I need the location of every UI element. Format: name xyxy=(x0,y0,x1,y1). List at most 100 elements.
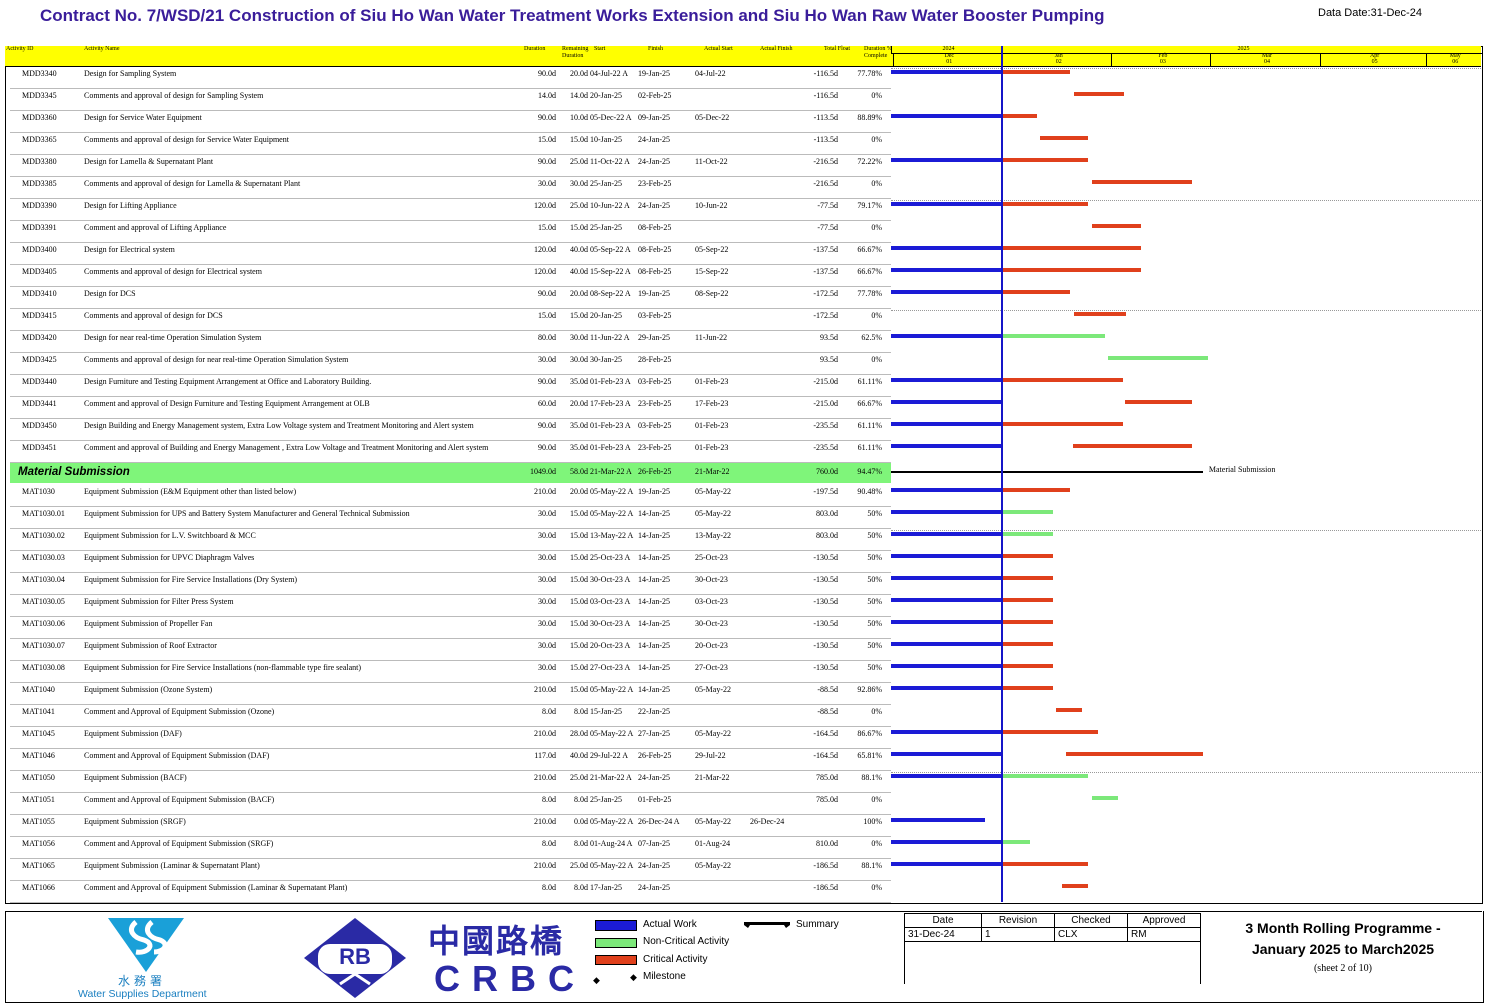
critical-bar[interactable] xyxy=(1125,400,1193,404)
actual-bar[interactable] xyxy=(891,246,1002,250)
non-critical-bar[interactable] xyxy=(1002,334,1105,338)
col-actual-finish[interactable]: Actual Finish xyxy=(759,46,793,53)
activity-row[interactable]: MAT1030.04 Equipment Submission for Fire … xyxy=(10,573,891,595)
critical-bar[interactable] xyxy=(1002,576,1053,580)
critical-bar[interactable] xyxy=(1002,642,1053,646)
non-critical-bar[interactable] xyxy=(1002,840,1031,844)
activity-row[interactable]: MAT1065 Equipment Submission (Laminar & S… xyxy=(10,859,891,881)
col-complete[interactable]: Duration % Complete xyxy=(863,46,894,60)
critical-bar[interactable] xyxy=(1039,136,1089,140)
critical-bar[interactable] xyxy=(1002,202,1089,206)
non-critical-bar[interactable] xyxy=(1091,796,1118,800)
critical-bar[interactable] xyxy=(1002,422,1123,426)
activity-row[interactable]: MDD3385 Comments and approval of design f… xyxy=(10,177,891,199)
activity-row[interactable]: MAT1041 Comment and Approval of Equipment… xyxy=(10,705,891,727)
activity-row[interactable]: MDD3441 Comment and approval of Design Fu… xyxy=(10,397,891,419)
actual-bar[interactable] xyxy=(891,422,1002,426)
non-critical-bar[interactable] xyxy=(1002,532,1053,536)
critical-bar[interactable] xyxy=(1002,246,1142,250)
activity-row[interactable]: MAT1030.01 Equipment Submission for UPS a… xyxy=(10,507,891,529)
activity-row[interactable]: MDD3420 Design for near real-time Operati… xyxy=(10,331,891,353)
activity-row[interactable]: MDD3415 Comments and approval of design f… xyxy=(10,309,891,331)
actual-bar[interactable] xyxy=(891,70,1002,74)
critical-bar[interactable] xyxy=(1002,598,1053,602)
activity-row[interactable]: MDD3405 Comments and approval of design f… xyxy=(10,265,891,287)
activity-row[interactable]: MDD3425 Comments and approval of design f… xyxy=(10,353,891,375)
critical-bar[interactable] xyxy=(1074,92,1125,96)
col-activity-id[interactable]: Activity ID xyxy=(5,46,34,53)
critical-bar[interactable] xyxy=(1074,312,1127,316)
critical-bar[interactable] xyxy=(1062,884,1089,888)
activity-row[interactable]: MDD3410 Design for DCS 90.0d 20.0d 08-Sep-22… xyxy=(10,287,891,309)
critical-bar[interactable] xyxy=(1002,664,1053,668)
actual-bar[interactable] xyxy=(891,334,1002,338)
actual-bar[interactable] xyxy=(891,576,1002,580)
critical-bar[interactable] xyxy=(1002,620,1053,624)
activity-row[interactable]: MDD3440 Design Furniture and Testing Equi… xyxy=(10,375,891,397)
activity-row[interactable]: MAT1055 Equipment Submission (SRGF) 210.0d… xyxy=(10,815,891,837)
actual-bar[interactable] xyxy=(891,532,1002,536)
activity-row[interactable]: MAT1030.07 Equipment Submission of Roof E… xyxy=(10,639,891,661)
critical-bar[interactable] xyxy=(1002,862,1089,866)
wbs-band-material-submission[interactable]: Material Submission 1049.0d 58.0d 21-Mar-22… xyxy=(10,463,891,483)
non-critical-bar[interactable] xyxy=(1107,356,1209,360)
actual-bar[interactable] xyxy=(891,686,1002,690)
activity-row[interactable]: MDD3365 Comments and approval of design f… xyxy=(10,133,891,155)
critical-bar[interactable] xyxy=(1002,378,1123,382)
activity-row[interactable]: MAT1046 Comment and Approval of Equipment… xyxy=(10,749,891,771)
actual-bar[interactable] xyxy=(891,444,1002,448)
activity-row[interactable]: MAT1030.08 Equipment Submission for Fire … xyxy=(10,661,891,683)
actual-bar[interactable] xyxy=(891,840,1002,844)
col-duration[interactable]: Duration xyxy=(523,46,545,53)
actual-bar[interactable] xyxy=(891,268,1002,272)
activity-row[interactable]: MAT1030.06 Equipment Submission of Propel… xyxy=(10,617,891,639)
actual-bar[interactable] xyxy=(891,510,1002,514)
actual-bar[interactable] xyxy=(891,202,1002,206)
col-activity-name[interactable]: Activity Name xyxy=(83,46,120,53)
activity-row[interactable]: MDD3380 Design for Lamella & Supernatant … xyxy=(10,155,891,177)
critical-bar[interactable] xyxy=(1091,224,1142,228)
actual-bar[interactable] xyxy=(891,598,1002,602)
activity-row[interactable]: MDD3345 Comments and approval of design f… xyxy=(10,89,891,111)
actual-bar[interactable] xyxy=(891,158,1002,162)
actual-bar[interactable] xyxy=(891,664,1002,668)
critical-bar[interactable] xyxy=(1073,444,1193,448)
actual-bar[interactable] xyxy=(891,730,1002,734)
actual-bar[interactable] xyxy=(891,114,1002,118)
critical-bar[interactable] xyxy=(1002,114,1037,118)
actual-bar[interactable] xyxy=(891,488,1002,492)
activity-row[interactable]: MAT1030.02 Equipment Submission for L.V. … xyxy=(10,529,891,551)
actual-bar[interactable] xyxy=(891,400,1002,404)
activity-row[interactable]: MAT1050 Equipment Submission (BACF) 210.0d… xyxy=(10,771,891,793)
actual-bar[interactable] xyxy=(891,554,1002,558)
actual-bar[interactable] xyxy=(891,290,1002,294)
critical-bar[interactable] xyxy=(1056,708,1082,712)
activity-row[interactable]: MAT1045 Equipment Submission (DAF) 210.0d 2… xyxy=(10,727,891,749)
activity-row[interactable]: MAT1030.05 Equipment Submission for Filte… xyxy=(10,595,891,617)
col-finish[interactable]: Finish xyxy=(647,46,663,53)
activity-row[interactable]: MAT1030 Equipment Submission (E&M Equipme… xyxy=(10,485,891,507)
activity-row[interactable]: MDD3450 Design Building and Energy Manage… xyxy=(10,419,891,441)
activity-row[interactable]: MDD3451 Comment and approval of Building … xyxy=(10,441,891,463)
critical-bar[interactable] xyxy=(1091,180,1193,184)
actual-bar[interactable] xyxy=(891,774,1002,778)
summary-bar[interactable] xyxy=(891,471,1203,473)
col-total-float[interactable]: Total Float xyxy=(823,46,850,53)
actual-bar[interactable] xyxy=(891,642,1002,646)
critical-bar[interactable] xyxy=(1002,488,1071,492)
critical-bar[interactable] xyxy=(1065,752,1203,756)
critical-bar[interactable] xyxy=(1002,730,1099,734)
activity-row[interactable]: MAT1066 Comment and Approval of Equipment… xyxy=(10,881,891,903)
activity-row[interactable]: MAT1030.03 Equipment Submission for UPVC … xyxy=(10,551,891,573)
critical-bar[interactable] xyxy=(1002,686,1053,690)
col-actual-start[interactable]: Actual Start xyxy=(703,46,733,53)
actual-bar[interactable] xyxy=(891,862,1002,866)
actual-bar[interactable] xyxy=(891,752,1002,756)
activity-row[interactable]: MDD3360 Design for Service Water Equipmen… xyxy=(10,111,891,133)
critical-bar[interactable] xyxy=(1002,554,1053,558)
activity-row[interactable]: MDD3391 Comment and approval of Lifting A… xyxy=(10,221,891,243)
actual-bar[interactable] xyxy=(891,620,1002,624)
non-critical-bar[interactable] xyxy=(1002,510,1053,514)
col-remaining[interactable]: Remaining Duration xyxy=(561,46,592,60)
activity-row[interactable]: MDD3400 Design for Electrical system 120.0… xyxy=(10,243,891,265)
